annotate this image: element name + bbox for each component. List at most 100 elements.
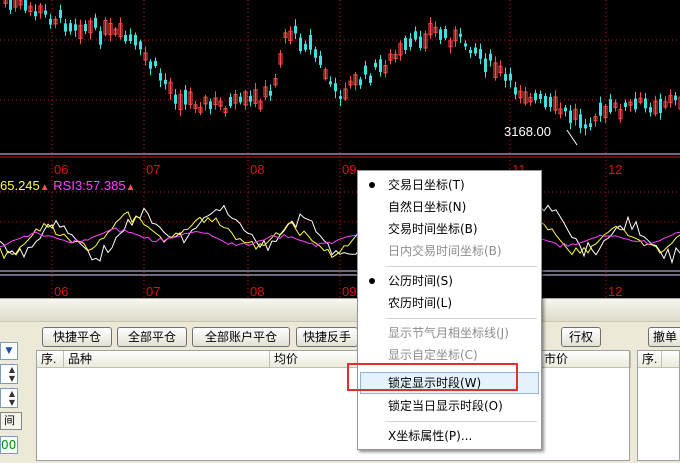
month-label-bottom-07: 07 [146,284,161,298]
candle-body [479,49,482,59]
quick-reverse-button[interactable]: 快捷反手 [296,327,358,347]
month-label-top-08: 08 [250,162,265,177]
column-header-market-price[interactable]: 市价 [540,351,631,368]
candle-body [59,9,62,18]
candle-body [599,102,602,116]
candle-body [534,92,537,101]
chevron-down-icon[interactable]: ▼ [0,342,18,360]
menu-item-x-axis-properties[interactable]: X坐标属性(P)... [360,425,539,447]
order-action-button[interactable]: 间 [0,412,22,430]
candle-body [419,36,422,48]
menu-item-custom-axis: 显示自定坐标(C) [360,344,539,366]
candle-body [184,89,187,105]
menu-item-trading-day-axis[interactable]: 交易日坐标(T) [360,174,539,196]
candle-body [564,107,567,112]
menu-item-label: 显示自定坐标(C) [388,348,478,362]
menu-item-gregorian-time[interactable]: 公历时间(S) [360,270,539,292]
up-arrow-icon: ▲ [39,182,50,193]
candle-body [299,37,302,52]
candle-body [484,58,487,73]
candle-body [369,75,372,83]
month-label-bottom-08: 08 [250,284,265,298]
candle-body [409,38,412,47]
candle-body [634,98,637,110]
trade-panel: ▼ ▲ ▼ ▲ ▼ 间 00 快捷平仓 全部平仓 全部账户平仓 快捷反手 行权 撤单… [0,298,680,463]
candle-body [469,49,472,54]
candle-body [504,74,507,81]
candle-body [509,73,512,81]
candle-body [584,124,587,129]
candle-body [229,96,232,107]
candle-body [64,23,67,32]
close-all-accounts-button[interactable]: 全部账户平仓 [192,327,290,347]
candle-body [74,24,77,31]
column-header-index[interactable]: 序. [638,351,662,368]
candle-body [249,96,252,102]
candle-body [579,114,582,128]
candle-body [549,96,552,107]
candle-body [34,11,37,17]
candle-body [439,29,442,40]
candle-body [174,94,177,104]
radio-check-icon [369,182,375,188]
menu-item-natural-day-axis[interactable]: 自然日坐标(N) [360,196,539,218]
candle-body [474,47,477,54]
candle-body [609,99,612,113]
menu-item-label: 自然日坐标(N) [388,200,467,214]
orders-table[interactable]: 序. [637,350,680,461]
available-value: 00 [1,438,17,452]
candle-body [239,96,242,103]
candle-body [99,31,102,45]
candle-body [94,17,97,28]
price-stepper[interactable]: ▲ ▼ [0,388,18,408]
menu-item-label: 交易日坐标(T) [388,178,465,192]
candle-body [589,123,592,128]
column-header-index[interactable]: 序. [37,351,64,368]
candle-body [159,73,162,81]
menu-item-intraday-time-axis: 日内交易时间坐标(B) [360,240,539,262]
up-arrow-icon: ▲ [125,182,136,193]
candle-body [304,43,307,50]
indicator-value-a: 65.245 [0,178,40,193]
indicator-header: 65.245▲ RSI3:57.385▲ [0,178,135,193]
available-value-field[interactable]: 00 [0,436,18,454]
close-all-button[interactable]: 全部平仓 [117,327,187,347]
candle-body [404,37,407,50]
candle-body [149,61,152,69]
chart-canvas[interactable] [0,0,680,298]
candle-body [464,43,467,47]
candle-body [644,98,647,109]
menu-item-lock-display-period[interactable]: 锁定显示时段(W) [360,372,539,394]
menu-separator [386,421,537,422]
order-action-label: 间 [4,414,15,427]
candle-body [334,83,337,92]
candle-body [319,55,322,65]
candle-body [124,35,127,42]
indicator-value-rsi3: RSI3:57.385 [53,178,126,193]
candle-body [24,0,27,11]
candle-body [569,110,572,124]
candle-body [69,23,72,32]
menu-item-trading-time-axis[interactable]: 交易时间坐标(B) [360,218,539,240]
kline-chart[interactable]: 06 07 08 09 11 12 06 07 08 09 11 12 3168… [0,0,680,298]
candle-body [134,34,137,46]
cancel-order-button[interactable]: 撤单 [648,327,680,347]
menu-item-label: 显示节气月相坐标线(J) [388,326,509,340]
table-header: 序. [638,351,679,368]
quick-close-button[interactable]: 快捷平仓 [42,327,112,347]
candle-body [314,49,317,58]
menu-item-label: 交易时间坐标(B) [388,222,478,236]
price-marker-label: 3168.00 [504,124,551,139]
candle-body [9,0,12,10]
exercise-button[interactable]: 行权 [561,327,601,347]
candle-body [374,62,377,68]
menu-item-label: 日内交易时间坐标(B) [388,244,502,258]
menu-item-lunar-time[interactable]: 农历时间(L) [360,292,539,314]
column-header-symbol[interactable]: 品种 [64,351,270,368]
candle-body [674,95,677,101]
quantity-stepper[interactable]: ▲ ▼ [0,364,18,384]
menu-item-lock-day-display-period[interactable]: 锁定当日显示时段(O) [360,395,539,417]
candle-body [489,53,492,61]
candle-body [309,34,312,50]
price-marker-pointer [566,129,578,146]
